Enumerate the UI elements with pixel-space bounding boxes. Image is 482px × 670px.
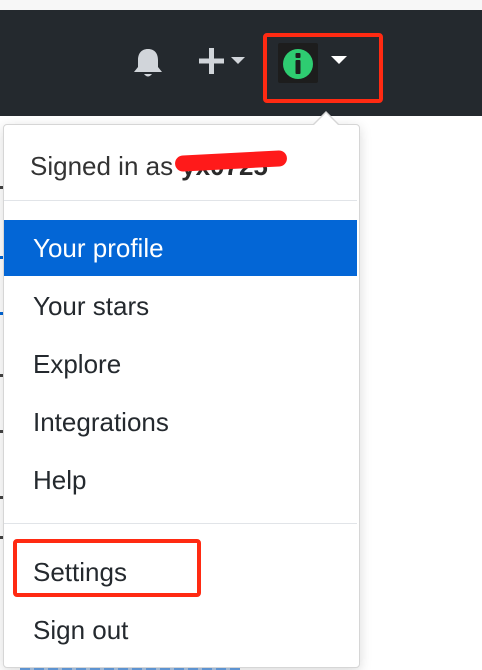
menu-item-explore[interactable]: Explore (4, 336, 357, 392)
menu-item-your-profile[interactable]: Your profile (4, 220, 357, 276)
username: yx0725 (174, 150, 288, 181)
menu-item-sign-out[interactable]: Sign out (4, 602, 357, 658)
menu-item-your-stars[interactable]: Your stars (4, 278, 357, 334)
menu-item-help[interactable]: Help (4, 452, 357, 508)
menu-item-integrations[interactable]: Integrations (4, 394, 357, 450)
create-new-menu[interactable] (196, 46, 250, 76)
menu-divider (4, 523, 357, 524)
avatar-highlight-box (263, 33, 383, 103)
menu-divider (4, 200, 357, 201)
signed-in-label: Signed in as (30, 151, 174, 181)
browser-top-strip (0, 0, 482, 10)
signed-in-header: Signed in asyx0725 (30, 146, 288, 186)
bell-icon[interactable] (130, 46, 166, 80)
plus-icon (199, 48, 245, 74)
page: { "header": { "icons": { "notifications"… (0, 0, 482, 670)
menu-item-settings[interactable]: Settings (4, 544, 357, 600)
dropdown-arrow-inner (314, 113, 338, 125)
